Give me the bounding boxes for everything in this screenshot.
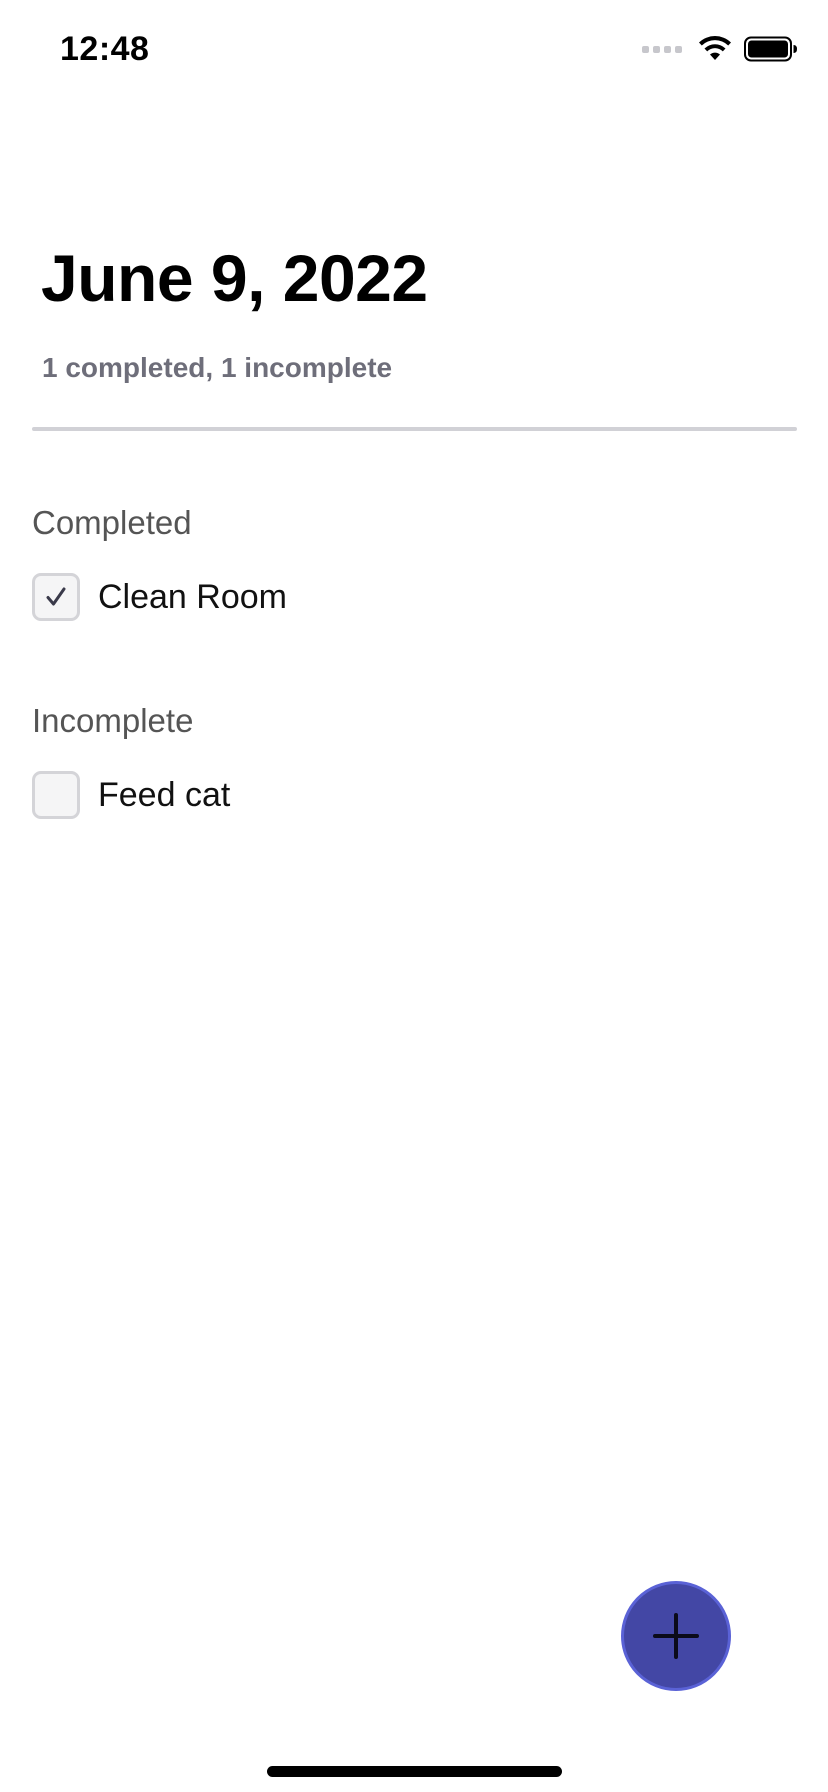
task-row-incomplete[interactable]: Feed cat [32, 770, 230, 820]
status-time: 12:48 [60, 30, 150, 68]
status-icons [642, 36, 798, 62]
page-title: June 9, 2022 [41, 241, 428, 315]
task-label: Feed cat [98, 776, 231, 814]
battery-icon [744, 36, 797, 62]
home-indicator[interactable] [267, 1766, 562, 1777]
checkmark-icon [46, 587, 66, 606]
task-summary: 1 completed, 1 incomplete [42, 352, 393, 383]
wifi-icon [699, 36, 731, 60]
task-checkbox-checked[interactable] [32, 573, 80, 621]
header-divider [32, 427, 797, 431]
plus-icon [653, 1613, 699, 1659]
section-header-incomplete: Incomplete [32, 702, 194, 739]
task-row-completed[interactable]: Clean Room [32, 572, 287, 622]
status-bar: 12:48 [0, 0, 828, 100]
section-header-completed: Completed [32, 504, 192, 541]
task-label: Clean Room [98, 578, 287, 616]
task-checkbox-unchecked[interactable] [32, 771, 80, 819]
cellular-signal-icon [642, 45, 682, 53]
add-task-button[interactable] [621, 1581, 731, 1691]
